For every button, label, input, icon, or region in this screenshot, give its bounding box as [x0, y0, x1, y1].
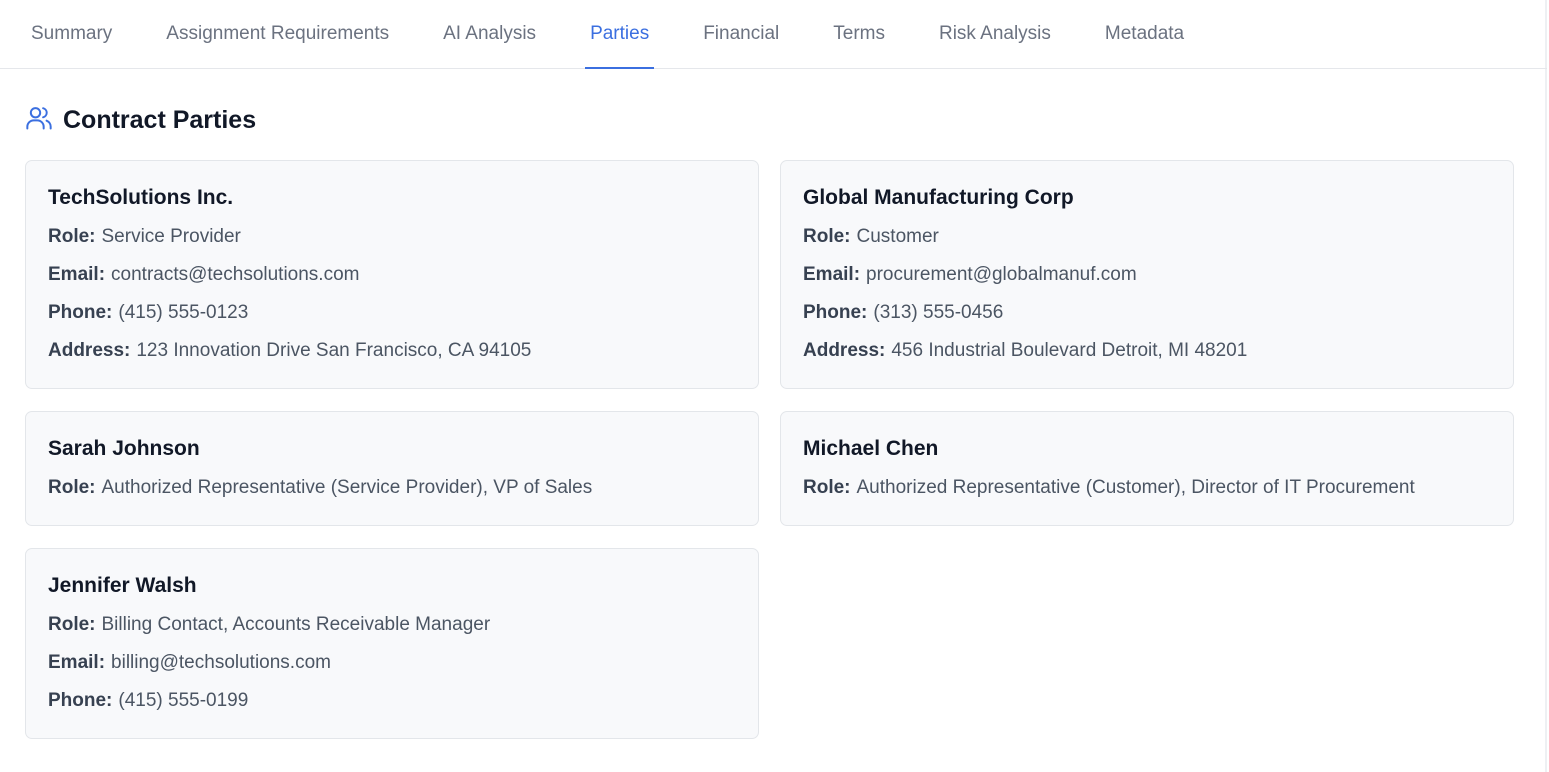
party-address: Address: 123 Innovation Drive San Francis…: [48, 340, 736, 362]
role-label: Role:: [803, 226, 851, 247]
party-name: Michael Chen: [803, 437, 939, 460]
party-name: TechSolutions Inc.: [48, 186, 234, 209]
role-value: Customer: [856, 226, 939, 247]
role-value: Billing Contact, Accounts Receivable Man…: [101, 614, 491, 635]
role-label: Role:: [48, 477, 96, 498]
tab-risk-analysis[interactable]: Risk Analysis: [912, 0, 1078, 68]
tab-financial[interactable]: Financial: [676, 0, 806, 68]
address-label: Address:: [48, 340, 131, 361]
party-name: Global Manufacturing Corp: [803, 186, 1074, 209]
role-value: Service Provider: [101, 226, 241, 247]
party-card: TechSolutions Inc. Role: Service Provider…: [25, 160, 759, 389]
phone-label: Phone:: [48, 690, 113, 711]
party-name: Jennifer Walsh: [48, 574, 197, 597]
tab-terms[interactable]: Terms: [806, 0, 912, 68]
party-address: Address: 456 Industrial Boulevard Detroit…: [803, 340, 1491, 362]
phone-label: Phone:: [48, 302, 113, 323]
role-value: Authorized Representative (Customer), Di…: [856, 477, 1415, 498]
party-card: Global Manufacturing Corp Role: Customer …: [780, 160, 1514, 389]
party-email: Email: contracts@techsolutions.com: [48, 264, 736, 286]
tab-bar: Summary Assignment Requirements AI Analy…: [0, 0, 1547, 69]
section-title: Contract Parties: [63, 106, 257, 134]
role-label: Role:: [803, 477, 851, 498]
party-phone: Phone: (415) 555-0199: [48, 690, 736, 712]
tab-assignment-requirements[interactable]: Assignment Requirements: [139, 0, 416, 68]
email-label: Email:: [48, 264, 106, 285]
party-phone: Phone: (415) 555-0123: [48, 302, 736, 324]
phone-label: Phone:: [803, 302, 868, 323]
address-value: 456 Industrial Boulevard Detroit, MI 482…: [891, 340, 1248, 361]
email-value: contracts@techsolutions.com: [111, 264, 360, 285]
address-value: 123 Innovation Drive San Francisco, CA 9…: [136, 340, 532, 361]
party-role: Role: Billing Contact, Accounts Receivabl…: [48, 614, 736, 636]
section-header: Contract Parties: [25, 104, 256, 137]
party-card: Sarah Johnson Role: Authorized Representa…: [25, 411, 759, 526]
party-role: Role: Customer: [803, 226, 1491, 248]
role-label: Role:: [48, 614, 96, 635]
tab-parties[interactable]: Parties: [585, 0, 655, 69]
role-value: Authorized Representative (Service Provi…: [101, 477, 593, 498]
party-email: Email: billing@techsolutions.com: [48, 652, 736, 674]
tab-summary[interactable]: Summary: [4, 0, 139, 68]
party-role: Role: Service Provider: [48, 226, 736, 248]
party-phone: Phone: (313) 555-0456: [803, 302, 1491, 324]
party-name: Sarah Johnson: [48, 437, 200, 460]
address-label: Address:: [803, 340, 886, 361]
email-value: procurement@globalmanuf.com: [866, 264, 1137, 285]
tab-metadata[interactable]: Metadata: [1078, 0, 1211, 68]
party-email: Email: procurement@globalmanuf.com: [803, 264, 1491, 286]
phone-value: (313) 555-0456: [873, 302, 1004, 323]
phone-value: (415) 555-0123: [118, 302, 249, 323]
content-panel: Summary Assignment Requirements AI Analy…: [0, 0, 1547, 772]
party-card: Jennifer Walsh Role: Billing Contact, Acc…: [25, 548, 759, 739]
party-role: Role: Authorized Representative (Service …: [48, 477, 736, 499]
phone-value: (415) 555-0199: [118, 690, 249, 711]
email-label: Email:: [803, 264, 861, 285]
role-label: Role:: [48, 226, 96, 247]
users-icon: [25, 104, 53, 137]
tab-ai-analysis[interactable]: AI Analysis: [416, 0, 563, 68]
party-card: Michael Chen Role: Authorized Representat…: [780, 411, 1514, 526]
email-label: Email:: [48, 652, 106, 673]
email-value: billing@techsolutions.com: [111, 652, 331, 673]
party-role: Role: Authorized Representative (Customer…: [803, 477, 1491, 499]
